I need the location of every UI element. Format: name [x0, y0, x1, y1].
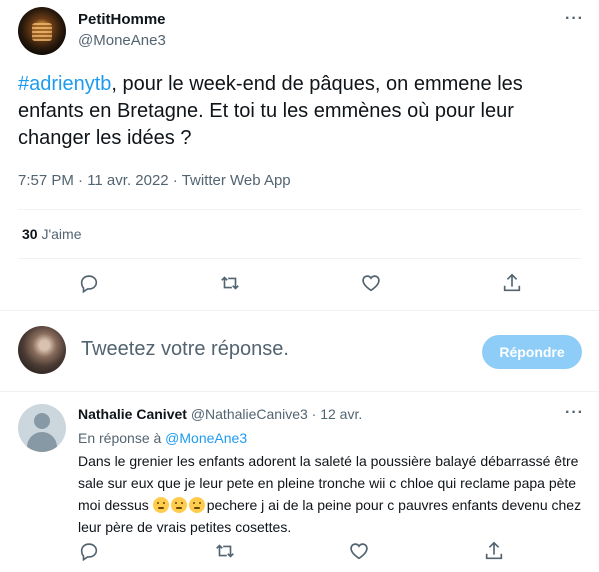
tweet-text: #adrienytb, pour le week-end de pâques, … — [18, 71, 588, 152]
user-avatar — [18, 326, 66, 374]
author-avatar[interactable] — [18, 7, 66, 55]
replying-to: En réponse à @MoneAne3 — [78, 430, 247, 446]
reply-date[interactable]: · 12 avr. — [312, 406, 363, 422]
reply-author-avatar[interactable] — [18, 404, 66, 452]
reply-text: Dans le grenier les enfants adorent la s… — [78, 450, 583, 538]
reply-header: Nathalie Canivet @NathalieCanive3 · 12 a… — [78, 406, 362, 422]
retweet-icon[interactable] — [214, 540, 238, 564]
divider — [18, 209, 581, 210]
author-handle[interactable]: @MoneAne3 — [78, 32, 166, 49]
retweet-icon[interactable] — [219, 272, 243, 296]
thinking-face-icon — [152, 497, 169, 513]
reply-author-name[interactable]: Nathalie Canivet — [78, 406, 187, 422]
like-icon[interactable] — [348, 540, 372, 564]
hashtag-link[interactable]: #adrienytb — [18, 73, 111, 95]
share-icon[interactable] — [501, 272, 525, 296]
confused-face-icon — [170, 497, 187, 513]
divider — [0, 391, 599, 392]
more-horizontal-icon[interactable]: ··· — [565, 10, 584, 28]
likes-number: 30 — [22, 226, 38, 242]
reply-button[interactable]: Répondre — [482, 335, 582, 369]
like-icon[interactable] — [360, 272, 384, 296]
replying-to-prefix: En réponse à — [78, 430, 166, 446]
reply-input[interactable]: Tweetez votre réponse. — [81, 338, 289, 361]
tweet-meta[interactable]: 7:57 PM · 11 avr. 2022 · Twitter Web App — [18, 172, 291, 189]
reply-icon[interactable] — [78, 272, 102, 296]
reply-icon[interactable] — [78, 540, 102, 564]
divider — [0, 310, 599, 311]
share-icon[interactable] — [483, 540, 507, 564]
likes-count[interactable]: 30 J'aime — [22, 226, 82, 242]
reply-author-handle[interactable]: @NathalieCanive3 — [191, 406, 308, 422]
more-horizontal-icon[interactable]: ··· — [565, 404, 584, 422]
author-name[interactable]: PetitHomme — [78, 11, 166, 28]
divider — [18, 258, 581, 259]
likes-label: J'aime — [37, 226, 82, 242]
mention-link[interactable]: @MoneAne3 — [165, 430, 247, 446]
confused-face-icon — [188, 497, 205, 513]
